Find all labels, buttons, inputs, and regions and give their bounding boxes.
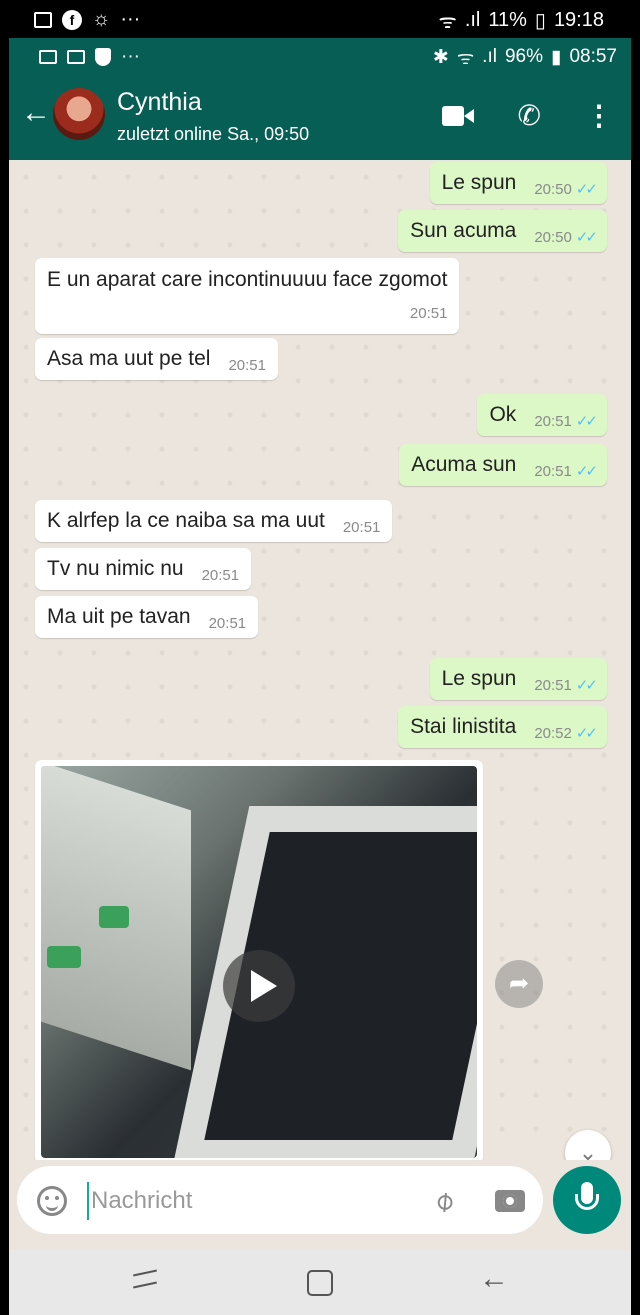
read-receipt-icon: ✓✓ xyxy=(575,677,598,694)
message-input-container: ⌀ xyxy=(17,1166,543,1234)
clock: 08:57 xyxy=(569,46,617,67)
incoming-message[interactable]: E un aparat care incontinuuuu face zgomo… xyxy=(35,258,460,334)
avatar[interactable] xyxy=(53,88,105,140)
message-time: 20:51 xyxy=(409,305,448,322)
inner-status-bar: ··· ✱ ᯤ .ıl 96% ▮ 08:57 xyxy=(9,38,631,74)
message-text: Ok xyxy=(489,403,517,426)
video-camera-icon[interactable] xyxy=(441,106,474,126)
battery-percent: 11% xyxy=(488,9,527,31)
outer-status-bar: f ☼ ··· ᯤ .ıl 11% ▯ 19:18 xyxy=(0,0,640,38)
message-time: 20:51 xyxy=(534,676,572,694)
outgoing-message[interactable]: Acuma sun 20:51 ✓✓ xyxy=(399,444,607,486)
message-time: 20:51 xyxy=(534,412,572,430)
gallery-notification-icon xyxy=(34,11,52,28)
gallery-notification-icon xyxy=(39,50,57,64)
signal-icon: .ıl xyxy=(482,46,497,67)
outgoing-message[interactable]: Sun acuma 20:50 ✓✓ xyxy=(398,210,607,252)
forward-icon[interactable]: ➦ xyxy=(495,960,543,1008)
monitor-image xyxy=(172,806,477,1158)
read-receipt-icon: ✓✓ xyxy=(575,181,598,198)
message-time: 20:50 xyxy=(534,180,572,198)
battery-icon: ▮ xyxy=(550,46,562,68)
message-time: 20:51 xyxy=(534,462,572,480)
bluetooth-icon: ✱ xyxy=(432,46,449,68)
message-text: Sun acuma xyxy=(410,219,517,242)
clock: 19:18 xyxy=(553,9,604,31)
system-nav-bar: ← xyxy=(9,1250,631,1315)
message-time: 20:51 xyxy=(342,518,381,536)
mail-notification-icon xyxy=(67,50,85,64)
wifi-icon: ᯤ xyxy=(456,48,475,69)
facebook-notification-icon: f xyxy=(62,9,82,30)
message-input[interactable] xyxy=(87,1182,417,1220)
incoming-message[interactable]: Tv nu nimic nu 20:51 xyxy=(35,548,252,590)
weather-notification-icon: ☼ xyxy=(92,8,111,30)
wifi-icon: ᯤ xyxy=(438,11,457,33)
message-time: 20:51 xyxy=(208,614,247,632)
message-text: Stai linistita xyxy=(410,715,517,738)
camera-icon[interactable] xyxy=(495,1190,525,1212)
composer: ⌀ xyxy=(9,1160,631,1250)
incoming-message[interactable]: Ma uit pe tavan 20:51 xyxy=(35,596,259,638)
outgoing-message[interactable]: Stai linistita 20:52 ✓✓ xyxy=(398,706,607,748)
message-time: 20:51 xyxy=(201,566,240,584)
more-notifications-icon: ··· xyxy=(121,46,140,67)
battery-percent: 96% xyxy=(504,46,543,67)
phone-screen: ··· ✱ ᯤ .ıl 96% ▮ 08:57 ← Cynthia zuletz… xyxy=(9,38,631,1315)
chat-header: ← Cynthia zuletzt online Sa., 09:50 ✆ ⋮ xyxy=(9,74,631,160)
read-receipt-icon: ✓✓ xyxy=(575,229,598,246)
read-receipt-icon: ✓✓ xyxy=(575,413,598,430)
video-thumbnail[interactable] xyxy=(41,766,477,1158)
message-text: Le spun xyxy=(441,171,517,194)
shield-icon xyxy=(95,48,111,66)
recent-apps-icon[interactable] xyxy=(133,1272,157,1290)
paperclip-icon[interactable]: ⌀ xyxy=(426,1182,460,1218)
device-clamp xyxy=(47,946,81,968)
outgoing-message[interactable]: Le spun 20:50 ✓✓ xyxy=(429,162,607,204)
message-text: Ma uit pe tavan xyxy=(47,605,191,628)
last-seen-status[interactable]: zuletzt online Sa., 09:50 xyxy=(117,124,309,145)
message-time: 20:52 xyxy=(534,724,572,742)
emoji-icon[interactable] xyxy=(37,1186,67,1216)
read-receipt-icon: ✓✓ xyxy=(575,725,598,742)
outgoing-message[interactable]: Le spun 20:51 ✓✓ xyxy=(429,658,607,700)
incoming-message[interactable]: Asa ma uut pe tel 20:51 xyxy=(35,338,278,380)
read-receipt-icon: ✓✓ xyxy=(575,463,598,480)
play-icon[interactable] xyxy=(223,950,295,1022)
message-text: Tv nu nimic nu xyxy=(47,557,184,580)
device-clamp xyxy=(99,906,129,928)
message-time: 20:50 xyxy=(534,228,572,246)
message-time: 20:51 xyxy=(228,356,266,374)
message-list[interactable]: Le spun 20:50 ✓✓ Sun acuma 20:50 ✓✓ E un… xyxy=(9,160,631,1176)
more-vert-icon[interactable]: ⋮ xyxy=(585,102,613,130)
signal-icon: .ıl xyxy=(464,9,481,31)
more-notifications-icon: ··· xyxy=(120,8,141,30)
battery-icon: ▯ xyxy=(534,10,546,32)
message-text: E un aparat care incontinuuuu face zgomo… xyxy=(47,268,448,291)
message-text: K alrfep la ce naiba sa ma uut xyxy=(47,509,325,532)
microphone-icon[interactable] xyxy=(553,1166,621,1234)
incoming-message[interactable]: K alrfep la ce naiba sa ma uut 20:51 xyxy=(35,500,393,542)
message-text: Le spun xyxy=(441,667,517,690)
message-text: Acuma sun xyxy=(411,453,517,476)
arrow-left-icon[interactable]: ← xyxy=(21,98,51,128)
phone-icon[interactable]: ✆ xyxy=(518,102,541,130)
contact-name[interactable]: Cynthia xyxy=(117,88,202,117)
message-text: Asa ma uut pe tel xyxy=(47,347,211,370)
home-icon[interactable] xyxy=(307,1270,333,1296)
nav-back-icon[interactable]: ← xyxy=(479,1264,509,1294)
outgoing-message[interactable]: Ok 20:51 ✓✓ xyxy=(477,394,607,436)
incoming-video-message[interactable] xyxy=(35,760,483,1164)
